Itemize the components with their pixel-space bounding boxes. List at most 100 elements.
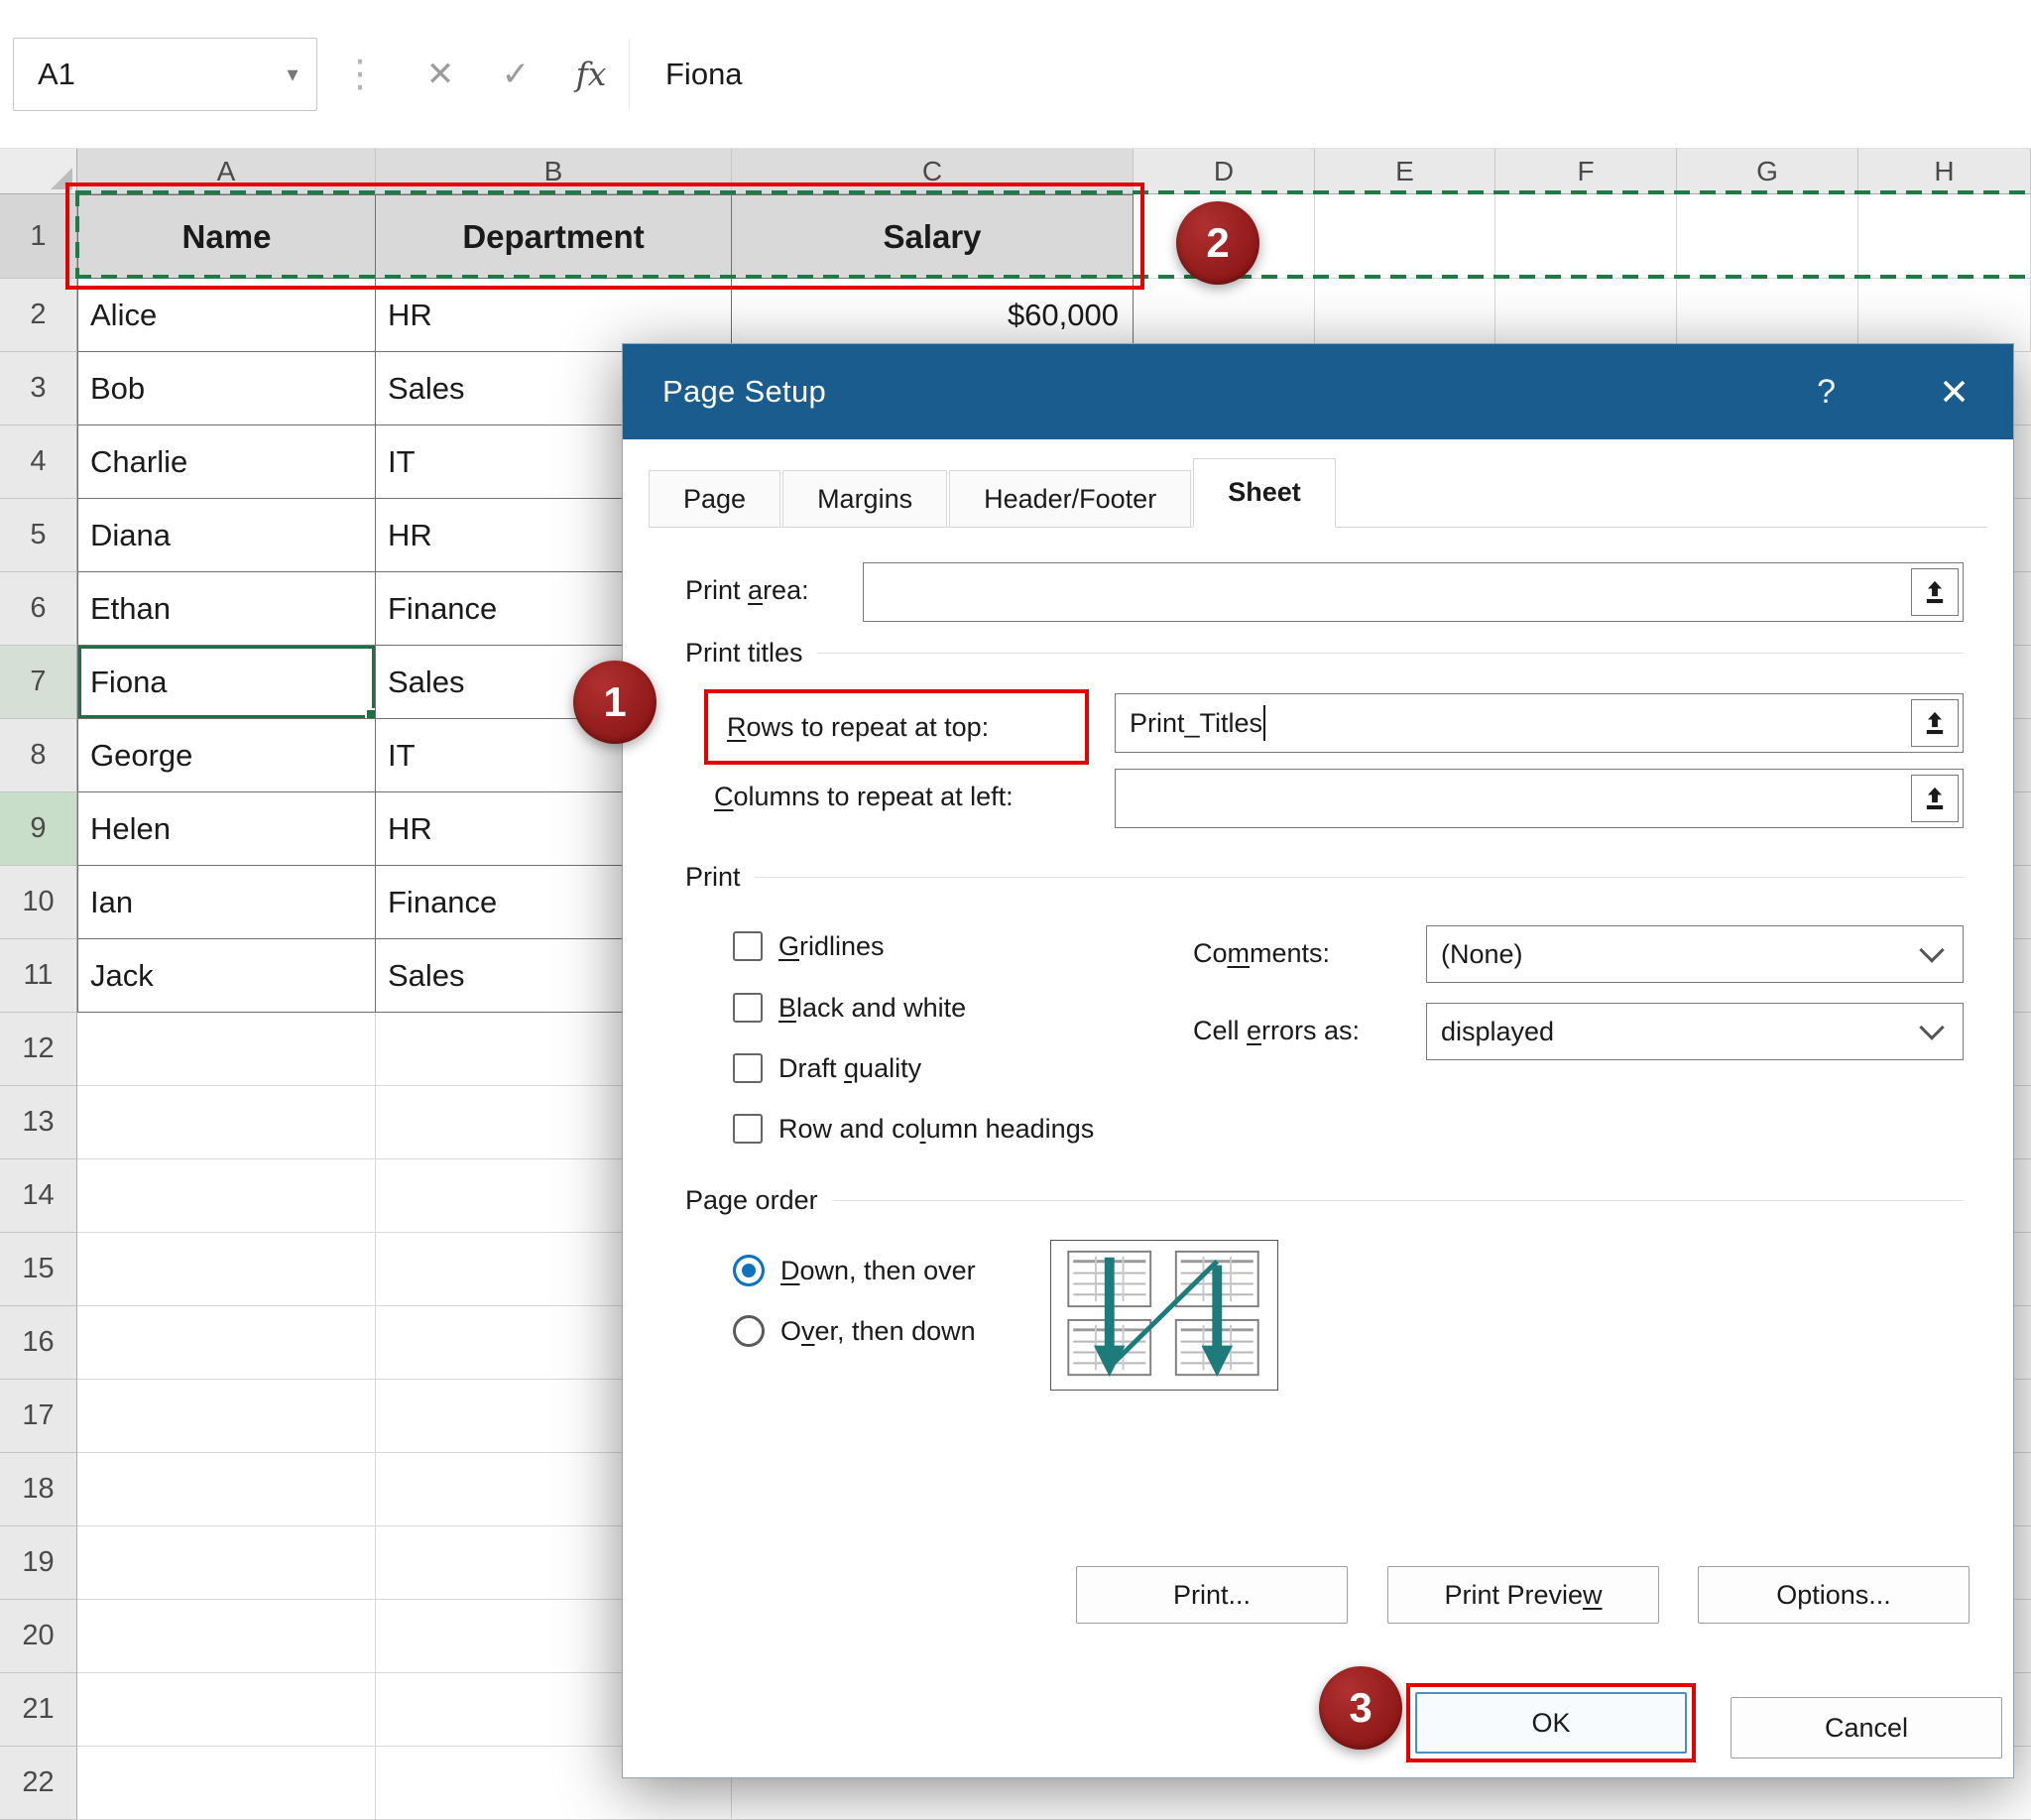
cell-errors-dropdown[interactable]: displayed xyxy=(1426,1003,1964,1060)
select-all-button[interactable] xyxy=(0,149,77,194)
cell-A10[interactable]: Ian xyxy=(77,866,376,939)
row-header-4[interactable]: 4 xyxy=(0,425,77,499)
cell-A1[interactable]: Name xyxy=(77,194,376,279)
row-header-13[interactable]: 13 xyxy=(0,1086,77,1159)
cell-A4[interactable]: Charlie xyxy=(77,425,376,499)
down-then-over-radio[interactable]: Down, then over xyxy=(733,1254,976,1287)
cell-A16[interactable] xyxy=(77,1306,376,1380)
row-header-16[interactable]: 16 xyxy=(0,1306,77,1380)
cell-A20[interactable] xyxy=(77,1600,376,1673)
cell-C2[interactable]: $60,000 xyxy=(732,279,1134,352)
cell-A6[interactable]: Ethan xyxy=(77,572,376,646)
cell-A2[interactable]: Alice xyxy=(77,279,376,352)
print-area-collapse-button[interactable] xyxy=(1911,568,1959,616)
cell-E2[interactable] xyxy=(1315,279,1495,352)
cell-A18[interactable] xyxy=(77,1453,376,1526)
row-header-6[interactable]: 6 xyxy=(0,572,77,646)
cell-A21[interactable] xyxy=(77,1673,376,1747)
row-header-17[interactable]: 17 xyxy=(0,1380,77,1453)
cell-A14[interactable] xyxy=(77,1159,376,1233)
close-icon[interactable]: ✕ xyxy=(1939,371,1970,414)
row-header-1[interactable]: 1 xyxy=(0,194,77,279)
cell-F2[interactable] xyxy=(1495,279,1677,352)
row-header-15[interactable]: 15 xyxy=(0,1233,77,1306)
formula-bar[interactable]: Fiona xyxy=(629,39,2031,110)
confirm-entry-icon[interactable]: ✓ xyxy=(478,55,553,94)
gridlines-checkbox[interactable]: Gridlines xyxy=(733,929,885,963)
row-header-19[interactable]: 19 xyxy=(0,1526,77,1600)
print-preview-button[interactable]: Print Preview xyxy=(1387,1566,1659,1624)
black-and-white-checkbox[interactable]: Black and white xyxy=(733,991,966,1025)
cell-A22[interactable] xyxy=(77,1747,376,1820)
name-box[interactable]: A1 ▾ xyxy=(13,38,317,111)
row-header-22[interactable]: 22 xyxy=(0,1747,77,1820)
column-header-H[interactable]: H xyxy=(1858,149,2031,194)
step-1-badge: 1 xyxy=(573,661,657,744)
help-icon[interactable]: ? xyxy=(1817,373,1836,412)
column-header-A[interactable]: A xyxy=(77,149,376,194)
step-2-badge: 2 xyxy=(1176,201,1259,285)
tab-sheet[interactable]: Sheet xyxy=(1193,458,1336,528)
tab-margins[interactable]: Margins xyxy=(782,470,947,528)
print-button[interactable]: Print... xyxy=(1076,1566,1348,1624)
cell-C1[interactable]: Salary xyxy=(732,194,1134,279)
row-header-21[interactable]: 21 xyxy=(0,1673,77,1747)
cell-A17[interactable] xyxy=(77,1380,376,1453)
tab-header-footer[interactable]: Header/Footer xyxy=(949,470,1191,528)
radio-unselected-icon xyxy=(733,1315,765,1347)
cell-B2[interactable]: HR xyxy=(376,279,732,352)
cell-A12[interactable] xyxy=(77,1013,376,1086)
row-header-14[interactable]: 14 xyxy=(0,1159,77,1233)
ok-button[interactable]: OK xyxy=(1415,1692,1687,1754)
rows-repeat-input[interactable]: Print_Titles xyxy=(1115,693,1964,753)
row-header-10[interactable]: 10 xyxy=(0,866,77,939)
cell-G2[interactable] xyxy=(1677,279,1858,352)
cell-A19[interactable] xyxy=(77,1526,376,1600)
row-header-3[interactable]: 3 xyxy=(0,352,77,425)
row-header-8[interactable]: 8 xyxy=(0,719,77,792)
cell-A15[interactable] xyxy=(77,1233,376,1306)
row-header-9[interactable]: 9 xyxy=(0,792,77,866)
cell-G1[interactable] xyxy=(1677,194,1858,279)
column-header-D[interactable]: D xyxy=(1134,149,1315,194)
tab-page[interactable]: Page xyxy=(649,470,780,528)
cell-H1[interactable] xyxy=(1858,194,2031,279)
draft-quality-checkbox[interactable]: Draft quality xyxy=(733,1051,921,1085)
cell-A11[interactable]: Jack xyxy=(77,939,376,1013)
cell-E1[interactable] xyxy=(1315,194,1495,279)
over-then-down-radio[interactable]: Over, then down xyxy=(733,1314,976,1348)
row-header-2[interactable]: 2 xyxy=(0,279,77,352)
cell-A9[interactable]: Helen xyxy=(77,792,376,866)
column-header-C[interactable]: C xyxy=(732,149,1134,194)
cell-B1[interactable]: Department xyxy=(376,194,732,279)
row-header-5[interactable]: 5 xyxy=(0,499,77,572)
cell-A3[interactable]: Bob xyxy=(77,352,376,425)
rows-repeat-collapse-button[interactable] xyxy=(1911,699,1959,747)
cols-repeat-collapse-button[interactable] xyxy=(1911,775,1959,822)
row-column-headings-checkbox[interactable]: Row and column headings xyxy=(733,1112,1094,1146)
cell-F1[interactable] xyxy=(1495,194,1677,279)
cell-A13[interactable] xyxy=(77,1086,376,1159)
cell-A7-active[interactable]: Fiona xyxy=(77,646,376,719)
column-header-E[interactable]: E xyxy=(1315,149,1495,194)
column-header-G[interactable]: G xyxy=(1677,149,1858,194)
cell-H2[interactable] xyxy=(1858,279,2031,352)
name-box-dropdown-icon[interactable]: ▾ xyxy=(269,61,316,87)
row-header-20[interactable]: 20 xyxy=(0,1600,77,1673)
column-header-F[interactable]: F xyxy=(1495,149,1677,194)
cell-A8[interactable]: George xyxy=(77,719,376,792)
insert-function-icon[interactable]: fx xyxy=(553,55,629,93)
cancel-button[interactable]: Cancel xyxy=(1731,1697,2002,1759)
cell-A5[interactable]: Diana xyxy=(77,499,376,572)
cancel-entry-icon[interactable]: ✕ xyxy=(403,55,478,94)
column-header-B[interactable]: B xyxy=(376,149,732,194)
cols-repeat-input[interactable] xyxy=(1115,769,1964,828)
cell-D2[interactable] xyxy=(1134,279,1315,352)
options-button[interactable]: Options... xyxy=(1698,1566,1970,1624)
row-header-11[interactable]: 11 xyxy=(0,939,77,1013)
comments-dropdown[interactable]: (None) xyxy=(1426,925,1964,983)
row-header-12[interactable]: 12 xyxy=(0,1013,77,1086)
print-area-input[interactable] xyxy=(863,562,1964,622)
row-header-18[interactable]: 18 xyxy=(0,1453,77,1526)
row-header-7[interactable]: 7 xyxy=(0,646,77,719)
